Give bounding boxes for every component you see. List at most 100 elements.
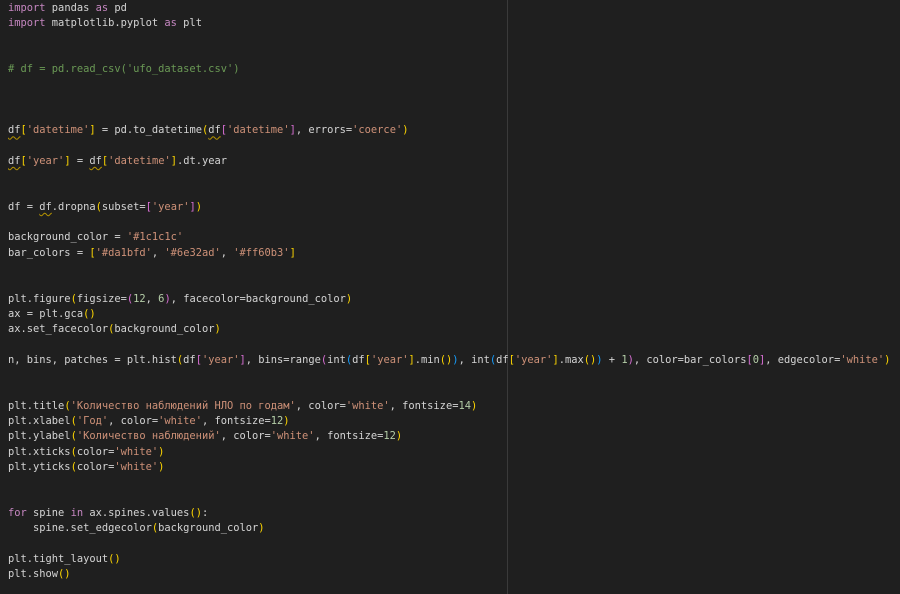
code-token: 'white'	[270, 430, 315, 443]
code-line[interactable]	[8, 368, 890, 383]
code-token: .dropna	[51, 200, 96, 213]
code-token: 'white'	[345, 399, 390, 412]
code-token: df	[8, 124, 21, 137]
code-token: df	[352, 353, 365, 366]
code-token: figsize=	[76, 292, 127, 305]
code-token: ax.spines.values	[83, 506, 190, 519]
code-token: , color=	[108, 415, 159, 428]
code-token: df	[39, 200, 52, 213]
code-line[interactable]: plt.ylabel('Количество наблюдений', colo…	[8, 429, 890, 444]
code-token: =	[70, 154, 90, 167]
code-line[interactable]: spine.set_edgecolor(background_color)	[8, 521, 890, 536]
code-line[interactable]: plt.xticks(color='white')	[8, 445, 890, 460]
code-line[interactable]: plt.title('Количество наблюдений НЛО по …	[8, 399, 890, 414]
code-token: spine	[26, 506, 71, 519]
code-token: df	[183, 353, 196, 366]
code-line[interactable]: bar_colors = ['#da1bfd', '#6e32ad', '#ff…	[8, 246, 890, 261]
code-token: plt.xticks	[8, 445, 71, 458]
code-token: import	[8, 2, 46, 14]
code-token: ,	[458, 353, 472, 366]
code-token: , color=	[220, 430, 271, 443]
code-token: , facecolor=background_color	[170, 292, 346, 305]
code-token: ax = plt.gca	[8, 307, 84, 320]
code-line[interactable]: import matplotlib.pyplot as plt	[8, 16, 890, 31]
code-token: color=	[76, 445, 115, 458]
code-token: matplotlib.pyplot	[45, 17, 165, 30]
code-token: plt.tight_layout	[8, 552, 109, 565]
code-token: 'white'	[114, 460, 159, 473]
code-line[interactable]: df['year'] = df['datetime'].dt.year	[8, 154, 890, 169]
code-token: , fontsize=	[389, 399, 459, 412]
code-line[interactable]: plt.xlabel('Год', color='white', fontsiz…	[8, 414, 890, 429]
code-token: ()	[583, 353, 597, 366]
code-line[interactable]: ax = plt.gca()	[8, 307, 890, 322]
code-token: plt.title	[8, 399, 65, 412]
code-line[interactable]	[8, 77, 890, 92]
code-token: 'coerce'	[352, 124, 403, 137]
code-token: )	[884, 353, 891, 366]
code-token: ()	[189, 506, 202, 519]
code-line[interactable]	[8, 185, 890, 200]
code-line[interactable]	[8, 139, 890, 154]
code-line[interactable]	[8, 169, 890, 184]
code-token: df	[208, 124, 221, 137]
code-token: 'year'	[201, 353, 240, 366]
code-token: 'white'	[114, 445, 159, 458]
code-token: plt.show	[8, 567, 59, 580]
code-token: df	[496, 353, 509, 366]
code-line[interactable]: background_color = '#1c1c1c'	[8, 230, 890, 245]
code-token: 12	[383, 430, 396, 443]
code-line[interactable]	[8, 491, 890, 506]
code-token: )	[402, 124, 409, 137]
code-token: , fontsize=	[314, 430, 384, 443]
code-token: '#6e32ad'	[164, 246, 221, 259]
code-line[interactable]	[8, 261, 890, 276]
code-line[interactable]: plt.figure(figsize=(12, 6), facecolor=ba…	[8, 292, 890, 307]
code-token: .min	[414, 353, 440, 366]
code-line[interactable]	[8, 215, 890, 230]
code-line[interactable]: n, bins, patches = plt.hist(df['year'], …	[8, 353, 890, 368]
code-token: pd	[108, 2, 127, 14]
code-token: )	[258, 522, 265, 535]
code-line[interactable]: for spine in ax.spines.values():	[8, 506, 890, 521]
code-token: 12	[133, 292, 146, 305]
code-line[interactable]	[8, 475, 890, 490]
code-line[interactable]	[8, 383, 890, 398]
code-line[interactable]: import pandas as pd	[8, 1, 890, 16]
code-token: .dt.year	[176, 154, 228, 167]
code-line[interactable]: df['datetime'] = pd.to_datetime(df['date…	[8, 123, 890, 138]
code-line[interactable]: plt.yticks(color='white')	[8, 460, 890, 475]
code-token: # df = pd.read_csv('ufo_dataset.csv')	[8, 63, 240, 76]
code-token: int	[327, 353, 346, 366]
code-token: )	[158, 460, 165, 473]
code-line[interactable]	[8, 108, 890, 123]
code-token: n, bins, patches = plt.hist	[8, 353, 177, 366]
code-line[interactable]	[8, 93, 890, 108]
code-token: spine.set_edgecolor	[8, 522, 152, 535]
code-token: 'datetime'	[26, 124, 90, 137]
code-line[interactable]	[8, 276, 890, 291]
code-token: import	[8, 17, 46, 30]
code-token: color=	[76, 460, 115, 473]
code-token: 'year'	[514, 353, 553, 366]
code-token: '#da1bfd'	[95, 246, 152, 259]
code-token: )	[345, 292, 353, 305]
code-line[interactable]: df = df.dropna(subset=['year'])	[8, 200, 890, 215]
code-token: background_color	[114, 323, 215, 336]
code-token: ]	[289, 246, 296, 259]
code-line[interactable]: plt.tight_layout()	[8, 552, 890, 567]
code-line[interactable]: plt.show()	[8, 567, 890, 582]
code-token: )	[214, 323, 221, 336]
code-line[interactable]	[8, 47, 890, 62]
code-token: 'datetime'	[108, 154, 171, 167]
code-token: 'Год'	[76, 415, 109, 428]
code-line[interactable]	[8, 32, 890, 47]
code-editor[interactable]: import pandas as pd import matplotlib.pyp…	[8, 1, 890, 582]
code-line[interactable]	[8, 536, 890, 551]
code-line[interactable]	[8, 338, 890, 353]
code-line[interactable]: ax.set_facecolor(background_color)	[8, 322, 890, 337]
code-token: 'Количество наблюдений НЛО по годам'	[70, 399, 296, 412]
code-line[interactable]: # df = pd.read_csv('ufo_dataset.csv')	[8, 62, 890, 77]
code-token: '#ff60b3'	[233, 246, 290, 259]
code-token: in	[70, 506, 84, 519]
